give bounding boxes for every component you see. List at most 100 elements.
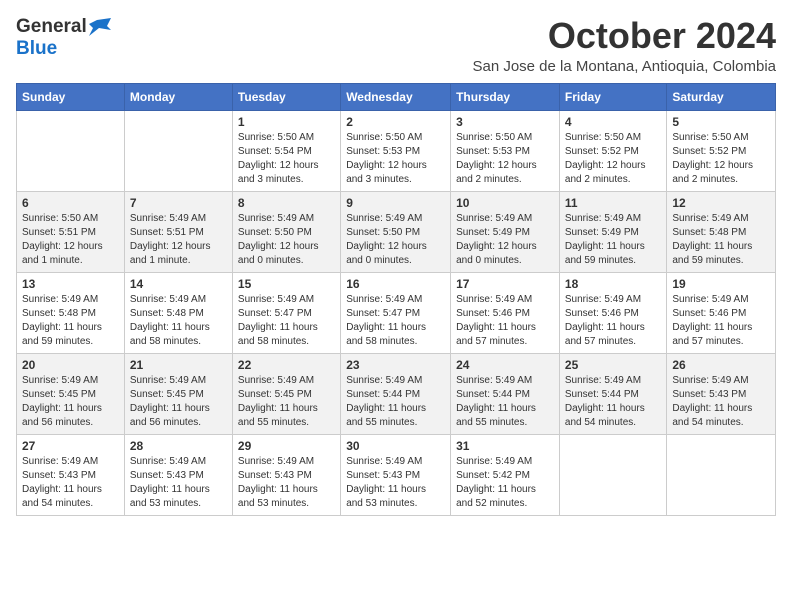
calendar-header-wednesday: Wednesday <box>341 83 451 110</box>
day-info: Sunrise: 5:49 AM Sunset: 5:47 PM Dayligh… <box>238 293 335 349</box>
day-info: Sunrise: 5:49 AM Sunset: 5:43 PM Dayligh… <box>238 455 335 511</box>
calendar-cell: 19 Sunrise: 5:49 AM Sunset: 5:46 PM Dayli… <box>667 272 776 353</box>
day-number: 2 <box>346 115 445 129</box>
logo-general-text: General <box>16 16 87 38</box>
day-info: Sunrise: 5:49 AM Sunset: 5:50 PM Dayligh… <box>238 212 335 268</box>
day-info: Sunrise: 5:49 AM Sunset: 5:51 PM Dayligh… <box>130 212 227 268</box>
calendar-week-5: 27 Sunrise: 5:49 AM Sunset: 5:43 PM Dayli… <box>17 434 776 515</box>
day-info: Sunrise: 5:49 AM Sunset: 5:50 PM Dayligh… <box>346 212 445 268</box>
calendar-cell: 14 Sunrise: 5:49 AM Sunset: 5:48 PM Dayli… <box>124 272 232 353</box>
day-number: 16 <box>346 277 445 291</box>
calendar-cell: 7 Sunrise: 5:49 AM Sunset: 5:51 PM Daylig… <box>124 191 232 272</box>
day-number: 27 <box>22 439 119 453</box>
day-number: 14 <box>130 277 227 291</box>
calendar-cell <box>559 434 666 515</box>
calendar-week-1: 1Sunrise: 5:50 AM Sunset: 5:54 PM Daylig… <box>17 110 776 191</box>
day-info: Sunrise: 5:49 AM Sunset: 5:49 PM Dayligh… <box>456 212 554 268</box>
calendar-cell: 18 Sunrise: 5:49 AM Sunset: 5:46 PM Dayli… <box>559 272 666 353</box>
day-number: 24 <box>456 358 554 372</box>
day-number: 30 <box>346 439 445 453</box>
calendar-header-row: SundayMondayTuesdayWednesdayThursdayFrid… <box>17 83 776 110</box>
calendar-cell: 26Sunrise: 5:49 AM Sunset: 5:43 PM Dayli… <box>667 353 776 434</box>
day-number: 11 <box>565 196 661 210</box>
calendar-cell: 22 Sunrise: 5:49 AM Sunset: 5:45 PM Dayli… <box>232 353 340 434</box>
month-title: October 2024 <box>472 16 776 56</box>
day-info: Sunrise: 5:49 AM Sunset: 5:46 PM Dayligh… <box>456 293 554 349</box>
calendar-header-saturday: Saturday <box>667 83 776 110</box>
day-number: 13 <box>22 277 119 291</box>
day-number: 6 <box>22 196 119 210</box>
day-number: 20 <box>22 358 119 372</box>
day-info: Sunrise: 5:49 AM Sunset: 5:45 PM Dayligh… <box>22 374 119 430</box>
calendar-header-tuesday: Tuesday <box>232 83 340 110</box>
calendar-cell <box>17 110 125 191</box>
day-number: 17 <box>456 277 554 291</box>
calendar-week-3: 13 Sunrise: 5:49 AM Sunset: 5:48 PM Dayli… <box>17 272 776 353</box>
day-number: 22 <box>238 358 335 372</box>
day-info: Sunrise: 5:49 AM Sunset: 5:46 PM Dayligh… <box>672 293 770 349</box>
calendar-cell: 8 Sunrise: 5:49 AM Sunset: 5:50 PM Daylig… <box>232 191 340 272</box>
day-info: Sunrise: 5:49 AM Sunset: 5:45 PM Dayligh… <box>130 374 227 430</box>
calendar-cell: 3Sunrise: 5:50 AM Sunset: 5:53 PM Daylig… <box>451 110 560 191</box>
calendar-header-monday: Monday <box>124 83 232 110</box>
calendar-cell: 16 Sunrise: 5:49 AM Sunset: 5:47 PM Dayli… <box>341 272 451 353</box>
calendar-cell: 15 Sunrise: 5:49 AM Sunset: 5:47 PM Dayli… <box>232 272 340 353</box>
calendar-header-thursday: Thursday <box>451 83 560 110</box>
calendar-cell: 29 Sunrise: 5:49 AM Sunset: 5:43 PM Dayli… <box>232 434 340 515</box>
calendar-cell: 1Sunrise: 5:50 AM Sunset: 5:54 PM Daylig… <box>232 110 340 191</box>
day-info: Sunrise: 5:50 AM Sunset: 5:52 PM Dayligh… <box>672 131 770 187</box>
day-number: 23 <box>346 358 445 372</box>
day-number: 3 <box>456 115 554 129</box>
day-info: Sunrise: 5:49 AM Sunset: 5:44 PM Dayligh… <box>456 374 554 430</box>
day-number: 7 <box>130 196 227 210</box>
calendar-cell: 13Sunrise: 5:49 AM Sunset: 5:48 PM Dayli… <box>17 272 125 353</box>
calendar-cell: 4Sunrise: 5:50 AM Sunset: 5:52 PM Daylig… <box>559 110 666 191</box>
day-number: 18 <box>565 277 661 291</box>
calendar-cell: 12Sunrise: 5:49 AM Sunset: 5:48 PM Dayli… <box>667 191 776 272</box>
location-subtitle: San Jose de la Montana, Antioquia, Colom… <box>472 58 776 75</box>
calendar-cell: 27 Sunrise: 5:49 AM Sunset: 5:43 PM Dayli… <box>17 434 125 515</box>
calendar-cell <box>667 434 776 515</box>
day-info: Sunrise: 5:49 AM Sunset: 5:46 PM Dayligh… <box>565 293 661 349</box>
day-number: 28 <box>130 439 227 453</box>
calendar-week-2: 6 Sunrise: 5:50 AM Sunset: 5:51 PM Daylig… <box>17 191 776 272</box>
calendar-cell: 9 Sunrise: 5:49 AM Sunset: 5:50 PM Daylig… <box>341 191 451 272</box>
day-info: Sunrise: 5:49 AM Sunset: 5:43 PM Dayligh… <box>346 455 445 511</box>
logo: General Blue <box>16 16 111 60</box>
day-info: Sunrise: 5:49 AM Sunset: 5:43 PM Dayligh… <box>130 455 227 511</box>
calendar-table: SundayMondayTuesdayWednesdayThursdayFrid… <box>16 83 776 516</box>
day-number: 10 <box>456 196 554 210</box>
calendar-cell: 10 Sunrise: 5:49 AM Sunset: 5:49 PM Dayli… <box>451 191 560 272</box>
day-info: Sunrise: 5:49 AM Sunset: 5:43 PM Dayligh… <box>22 455 119 511</box>
day-number: 19 <box>672 277 770 291</box>
logo-bird-icon <box>89 18 111 36</box>
calendar-cell: 11Sunrise: 5:49 AM Sunset: 5:49 PM Dayli… <box>559 191 666 272</box>
calendar-cell: 28 Sunrise: 5:49 AM Sunset: 5:43 PM Dayli… <box>124 434 232 515</box>
header: General Blue October 2024 San Jose de la… <box>16 16 776 75</box>
calendar-cell: 17 Sunrise: 5:49 AM Sunset: 5:46 PM Dayli… <box>451 272 560 353</box>
day-info: Sunrise: 5:49 AM Sunset: 5:48 PM Dayligh… <box>130 293 227 349</box>
day-number: 9 <box>346 196 445 210</box>
day-number: 8 <box>238 196 335 210</box>
day-number: 15 <box>238 277 335 291</box>
day-info: Sunrise: 5:49 AM Sunset: 5:44 PM Dayligh… <box>346 374 445 430</box>
day-info: Sunrise: 5:49 AM Sunset: 5:47 PM Dayligh… <box>346 293 445 349</box>
calendar-cell: 21Sunrise: 5:49 AM Sunset: 5:45 PM Dayli… <box>124 353 232 434</box>
day-info: Sunrise: 5:49 AM Sunset: 5:43 PM Dayligh… <box>672 374 770 430</box>
day-info: Sunrise: 5:49 AM Sunset: 5:45 PM Dayligh… <box>238 374 335 430</box>
calendar-cell: 31Sunrise: 5:49 AM Sunset: 5:42 PM Dayli… <box>451 434 560 515</box>
calendar-header-friday: Friday <box>559 83 666 110</box>
calendar-cell: 5Sunrise: 5:50 AM Sunset: 5:52 PM Daylig… <box>667 110 776 191</box>
day-number: 4 <box>565 115 661 129</box>
day-number: 1 <box>238 115 335 129</box>
logo-blue-text: Blue <box>16 38 57 59</box>
calendar-cell: 30 Sunrise: 5:49 AM Sunset: 5:43 PM Dayli… <box>341 434 451 515</box>
calendar-cell: 24 Sunrise: 5:49 AM Sunset: 5:44 PM Dayli… <box>451 353 560 434</box>
day-number: 25 <box>565 358 661 372</box>
calendar-cell: 6 Sunrise: 5:50 AM Sunset: 5:51 PM Daylig… <box>17 191 125 272</box>
day-info: Sunrise: 5:50 AM Sunset: 5:51 PM Dayligh… <box>22 212 119 268</box>
day-info: Sunrise: 5:49 AM Sunset: 5:48 PM Dayligh… <box>672 212 770 268</box>
day-number: 29 <box>238 439 335 453</box>
title-section: October 2024 San Jose de la Montana, Ant… <box>472 16 776 75</box>
day-info: Sunrise: 5:49 AM Sunset: 5:42 PM Dayligh… <box>456 455 554 511</box>
